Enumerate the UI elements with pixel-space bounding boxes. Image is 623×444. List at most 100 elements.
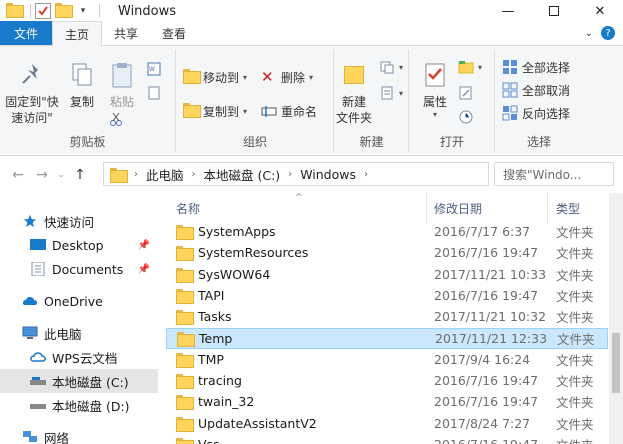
pin-icon	[22, 64, 38, 84]
column-divider[interactable]	[426, 193, 427, 223]
file-modified-date: 2016/7/16 19:47	[434, 373, 539, 389]
paste-button[interactable]: 粘贴	[104, 60, 140, 110]
divider	[30, 4, 31, 18]
file-row[interactable]: Tasks 2017/11/21 10:32 文件夹	[166, 306, 608, 327]
select-all-icon	[503, 60, 517, 74]
new-folder-icon	[339, 60, 369, 90]
paste-shortcut-button[interactable]	[146, 82, 166, 104]
maximize-button[interactable]	[531, 0, 577, 22]
scissors-icon	[110, 112, 122, 126]
delete-button[interactable]: ✕ 删除 ▾	[261, 66, 313, 88]
properties-check-icon[interactable]	[35, 3, 51, 19]
column-header-date[interactable]: 修改日期	[434, 193, 482, 223]
file-type: 文件夹	[556, 288, 594, 304]
search-input[interactable]: 搜索"Windo...	[494, 162, 614, 186]
edit-button[interactable]	[458, 82, 478, 104]
chevron-right-icon[interactable]: ›	[134, 169, 138, 180]
pin-quick-access-button[interactable]: 固定到"快 速访问"	[4, 60, 60, 126]
cloud-icon	[22, 297, 38, 305]
open-button[interactable]: ▾	[458, 56, 482, 78]
nav-item-onedrive[interactable]: OneDrive	[0, 289, 158, 313]
cut-button[interactable]	[108, 108, 128, 130]
tab-share[interactable]: 共享	[102, 21, 150, 45]
clipboard-group: 固定到"快 速访问" 复制 粘贴 W 剪贴板	[0, 50, 176, 152]
new-folder-button[interactable]: 新建 文件夹	[335, 60, 373, 126]
copy-button[interactable]: 复制	[64, 60, 100, 110]
file-row[interactable]: twain_32 2016/7/16 19:47 文件夹	[166, 391, 608, 412]
forward-button[interactable]: →	[30, 167, 54, 183]
history-button[interactable]	[458, 106, 478, 128]
copy-path-button[interactable]: W	[146, 58, 166, 80]
move-to-button[interactable]: 移动到 ▾	[183, 66, 247, 88]
up-button[interactable]: ↑	[68, 167, 92, 183]
invert-selection-button[interactable]: 反向选择	[502, 102, 570, 124]
file-name: TMP	[198, 351, 224, 367]
recent-locations-button[interactable]: ⌄	[54, 170, 68, 180]
file-modified-date: 2016/7/16 19:47	[434, 437, 538, 444]
window-title: Windows	[118, 3, 177, 19]
tab-view[interactable]: 查看	[150, 21, 198, 45]
folder-icon	[176, 310, 194, 326]
nav-item-documents[interactable]: Documents 📌	[0, 257, 158, 281]
new-folder-qa-icon[interactable]	[55, 3, 73, 19]
breadcrumb-drive-c[interactable]: 本地磁盘 (C:)	[204, 165, 281, 184]
nav-item-wps-cloud[interactable]: WPS云文档	[0, 345, 158, 369]
file-row[interactable]: UpdateAssistantV2 2017/8/24 7:27 文件夹	[166, 413, 608, 434]
nav-item-drive-c[interactable]: 本地磁盘 (C:)	[0, 369, 158, 393]
folder-icon	[176, 395, 194, 411]
pin-icon[interactable]: 📌	[138, 240, 150, 251]
nav-item-network[interactable]: 网络	[0, 425, 158, 444]
select-all-button[interactable]: 全部选择	[502, 56, 570, 78]
file-row[interactable]: SystemApps 2016/7/17 6:37 文件夹	[166, 221, 608, 242]
file-list: ^ 名称 修改日期 类型 SystemApps 2016/7/17 6:37 文件夹…	[164, 193, 623, 444]
pin-icon[interactable]: 📌	[138, 264, 150, 275]
folder-icon	[176, 288, 194, 304]
file-row[interactable]: SystemResources 2016/7/16 19:47 文件夹	[166, 242, 608, 263]
file-type: 文件夹	[556, 352, 594, 368]
close-button[interactable]: ✕	[577, 0, 623, 22]
file-name: Tasks	[198, 309, 232, 325]
new-item-button[interactable]: ▾	[379, 56, 403, 78]
copy-to-button[interactable]: 复制到 ▾	[183, 100, 247, 122]
properties-button[interactable]: 属性 ▾	[418, 60, 452, 120]
column-header-name[interactable]: 名称	[176, 193, 200, 223]
easy-access-button[interactable]: ▾	[379, 82, 403, 104]
nav-item-desktop[interactable]: Desktop 📌	[0, 233, 158, 257]
file-row[interactable]: TAPI 2016/7/16 19:47 文件夹	[166, 285, 608, 306]
file-name: SysWOW64	[198, 266, 271, 282]
chevron-right-icon[interactable]: ›	[364, 169, 368, 180]
help-icon[interactable]: ?	[601, 26, 615, 40]
back-button[interactable]: ←	[6, 167, 30, 183]
minimize-button[interactable]: —	[485, 0, 531, 22]
breadcrumb-this-pc[interactable]: 此电脑	[146, 165, 184, 184]
select-none-button[interactable]: 全部取消	[502, 79, 570, 101]
file-row[interactable]: Temp 2017/11/21 12:33 文件夹	[166, 327, 608, 349]
scrollbar-thumb[interactable]	[612, 333, 620, 393]
nav-item-drive-d[interactable]: 本地磁盘 (D:)	[0, 393, 158, 417]
breadcrumb-windows[interactable]: Windows	[300, 167, 356, 182]
customize-qa-icon[interactable]: ▾	[75, 3, 91, 19]
file-row[interactable]: TMP 2017/9/4 16:24 文件夹	[166, 349, 608, 370]
paste-icon	[112, 63, 132, 88]
sort-ascending-icon: ^	[295, 193, 303, 203]
tab-home[interactable]: 主页	[52, 21, 103, 46]
open-group: 属性 ▾ ▾ 打开	[410, 50, 495, 152]
column-divider[interactable]	[547, 193, 548, 223]
column-header-type[interactable]: 类型	[556, 193, 580, 223]
nav-item-quick-access[interactable]: 快速访问	[0, 209, 158, 233]
open-group-label: 打开	[439, 135, 464, 149]
nav-item-this-pc[interactable]: 此电脑	[0, 321, 158, 345]
tab-file[interactable]: 文件	[0, 21, 53, 45]
invert-selection-icon	[502, 105, 518, 121]
address-bar[interactable]: › 此电脑 › 本地磁盘 (C:) › Windows ›	[103, 162, 489, 186]
chevron-down-icon[interactable]: ⌄	[585, 28, 593, 39]
chevron-right-icon[interactable]: ›	[288, 169, 292, 180]
chevron-right-icon[interactable]: ›	[192, 169, 196, 180]
vertical-scrollbar[interactable]	[609, 193, 623, 444]
ribbon-tabs: 文件 主页 共享 查看 ⌄ ?	[0, 21, 623, 46]
file-row[interactable]: SysWOW64 2017/11/21 10:33 文件夹	[166, 264, 608, 285]
rename-button[interactable]: 重命名	[261, 100, 317, 122]
file-row[interactable]: Vss2016/7/16 19:47 文件夹	[166, 434, 608, 444]
file-row[interactable]: tracing 2016/7/16 19:47 文件夹	[166, 370, 608, 391]
select-group: 全部选择 全部取消 反向选择 选择	[496, 50, 582, 152]
